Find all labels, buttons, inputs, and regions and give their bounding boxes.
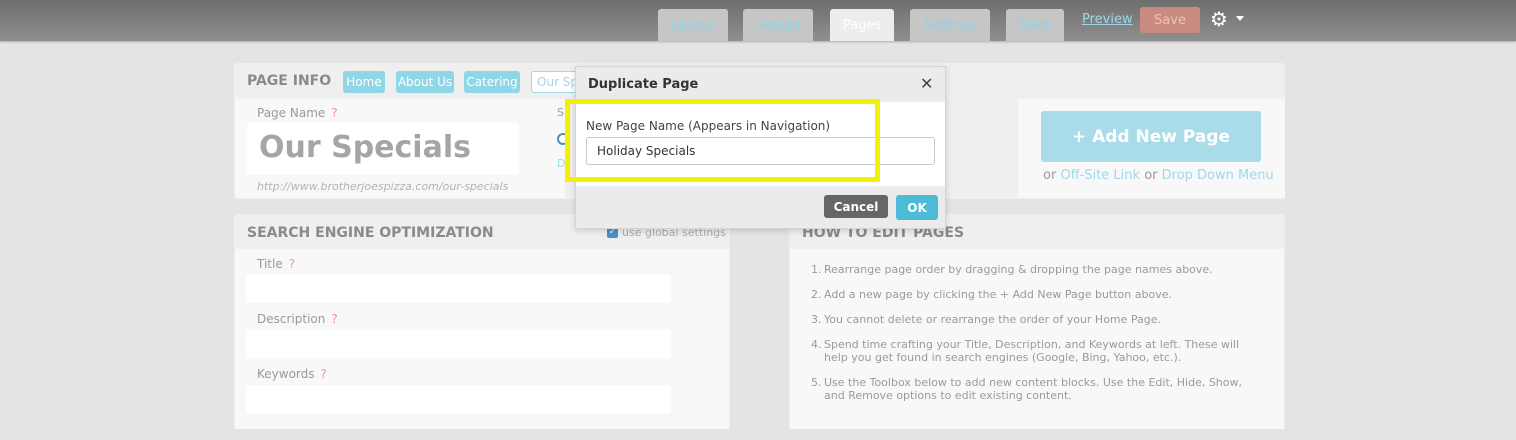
tab-pages[interactable]: Pages <box>830 9 894 41</box>
preview-link[interactable]: Preview <box>1082 12 1133 27</box>
drop-down-menu-link[interactable]: Drop Down Menu <box>1162 168 1274 183</box>
description-label: Description? <box>257 312 338 326</box>
cancel-button[interactable]: Cancel <box>824 195 888 218</box>
gear-icon[interactable]: ⚙ <box>1210 8 1228 30</box>
help-icon[interactable]: ? <box>321 367 327 381</box>
dialog-title: Duplicate Page <box>588 77 699 92</box>
page-tab-our-specials[interactable]: Our Sp <box>531 71 581 93</box>
help-icon[interactable]: ? <box>331 312 337 326</box>
page-name-label: Page Name? <box>257 106 338 120</box>
highlight-box <box>565 99 880 182</box>
keywords-label: Keywords? <box>257 367 327 381</box>
or-text: or <box>1043 168 1057 183</box>
off-site-link[interactable]: Off-Site Link <box>1060 168 1140 183</box>
seo-heading: SEARCH ENGINE OPTIMIZATION <box>247 225 494 241</box>
description-input[interactable] <box>246 330 671 358</box>
list-item: 1. Rearrange page order by dragging & dro… <box>811 263 1213 276</box>
title-input[interactable] <box>246 275 671 303</box>
save-button[interactable]: Save <box>1140 7 1200 33</box>
or-text: or <box>1144 168 1158 183</box>
list-item: 4. Spend time crafting your Title, Descri… <box>811 338 1240 364</box>
page-tab-home[interactable]: Home <box>343 71 385 93</box>
page-name-value: Our Specials <box>259 130 471 165</box>
title-label: Title? <box>257 257 296 271</box>
clipped-label: S <box>557 106 564 119</box>
list-item: 5. Use the Toolbox below to add new conte… <box>811 376 1243 402</box>
close-icon[interactable]: ✕ <box>920 74 933 93</box>
tab-settings[interactable]: Settings <box>910 9 990 41</box>
page-tab-catering[interactable]: Catering <box>464 71 520 93</box>
tab-layout[interactable]: Layout <box>658 9 728 41</box>
list-item: 3. You cannot delete or rearrange the ord… <box>811 313 1162 326</box>
tab-stats[interactable]: Stats <box>1006 9 1064 41</box>
add-page-links: or Off-Site Link or Drop Down Menu <box>1043 168 1274 183</box>
help-icon[interactable]: ? <box>289 257 295 271</box>
keywords-input[interactable] <box>246 385 671 413</box>
ok-button[interactable]: OK <box>896 195 938 220</box>
help-icon[interactable]: ? <box>331 106 337 120</box>
chevron-down-icon[interactable] <box>1236 16 1244 21</box>
top-toolbar: Layout Design Pages Settings Stats Previ… <box>0 0 1516 41</box>
list-item: 2. Add a new page by clicking the + Add N… <box>811 288 1172 301</box>
add-new-page-button[interactable]: + Add New Page <box>1041 111 1261 162</box>
page-url: http://www.brotherjoespizza.com/our-spec… <box>257 180 509 193</box>
page-tab-about-us[interactable]: About Us <box>396 71 454 93</box>
tab-design[interactable]: Design <box>743 9 813 41</box>
page-info-heading: PAGE INFO <box>247 73 332 89</box>
